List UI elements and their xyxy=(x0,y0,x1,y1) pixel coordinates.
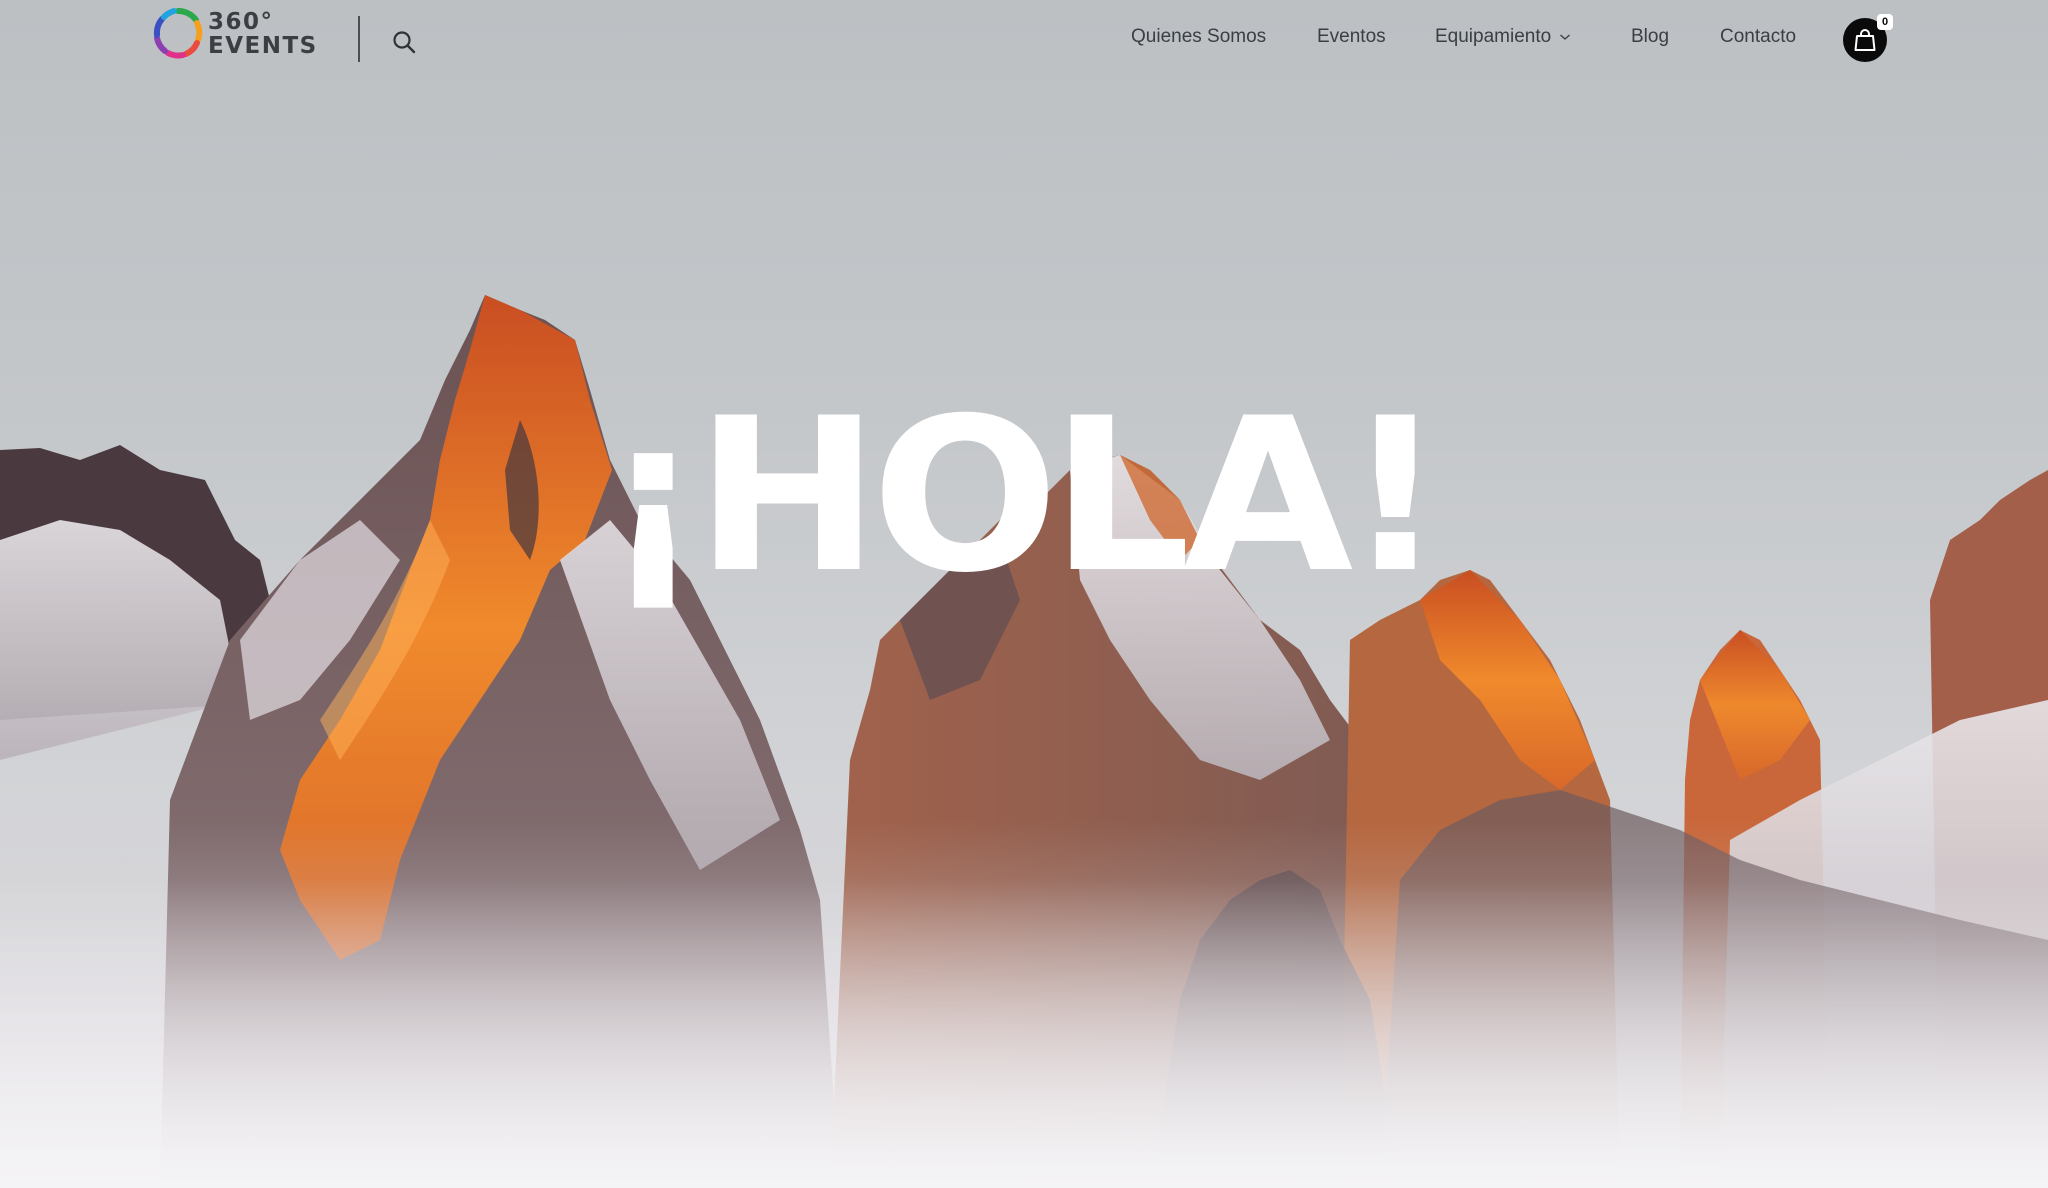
nav-item-label: Equipamiento xyxy=(1435,26,1552,47)
page: ¡HOLA! 360° EVENTS Quienes Somos Eventos… xyxy=(0,0,2048,1188)
logo-text: 360° EVENTS xyxy=(208,10,318,58)
hero-title-text: ¡HOLA! xyxy=(602,372,1446,620)
nav-item-eventos[interactable]: Eventos xyxy=(1317,24,1386,50)
shopping-bag-icon xyxy=(1854,29,1876,51)
header-divider xyxy=(358,16,360,62)
hero-title: ¡HOLA! xyxy=(0,390,2048,602)
brand-logo[interactable]: 360° EVENTS xyxy=(152,6,342,64)
logo-ring-icon xyxy=(153,7,203,59)
nav-item-label: Quienes Somos xyxy=(1131,26,1267,47)
cart-count-badge: 0 xyxy=(1877,14,1893,30)
nav-item-equipamiento[interactable]: Equipamiento xyxy=(1435,24,1571,50)
nav-item-quienes-somos[interactable]: Quienes Somos xyxy=(1131,24,1266,50)
chevron-down-icon xyxy=(1560,34,1571,40)
nav-item-label: Blog xyxy=(1631,26,1670,47)
logo-line1: 360° xyxy=(208,9,274,35)
logo-line2: EVENTS xyxy=(208,33,318,59)
search-button[interactable] xyxy=(392,30,420,58)
nav-item-label: Eventos xyxy=(1317,26,1386,47)
nav-item-label: Contacto xyxy=(1720,26,1797,47)
nav-item-blog[interactable]: Blog xyxy=(1631,24,1669,50)
search-icon xyxy=(393,31,416,54)
nav-item-contacto[interactable]: Contacto xyxy=(1720,24,1796,50)
cart-button[interactable]: 0 xyxy=(1843,14,1893,62)
hero-bottom-fade xyxy=(0,880,2048,1188)
site-header: 360° EVENTS Quienes Somos Eventos Equipa… xyxy=(0,0,2048,80)
